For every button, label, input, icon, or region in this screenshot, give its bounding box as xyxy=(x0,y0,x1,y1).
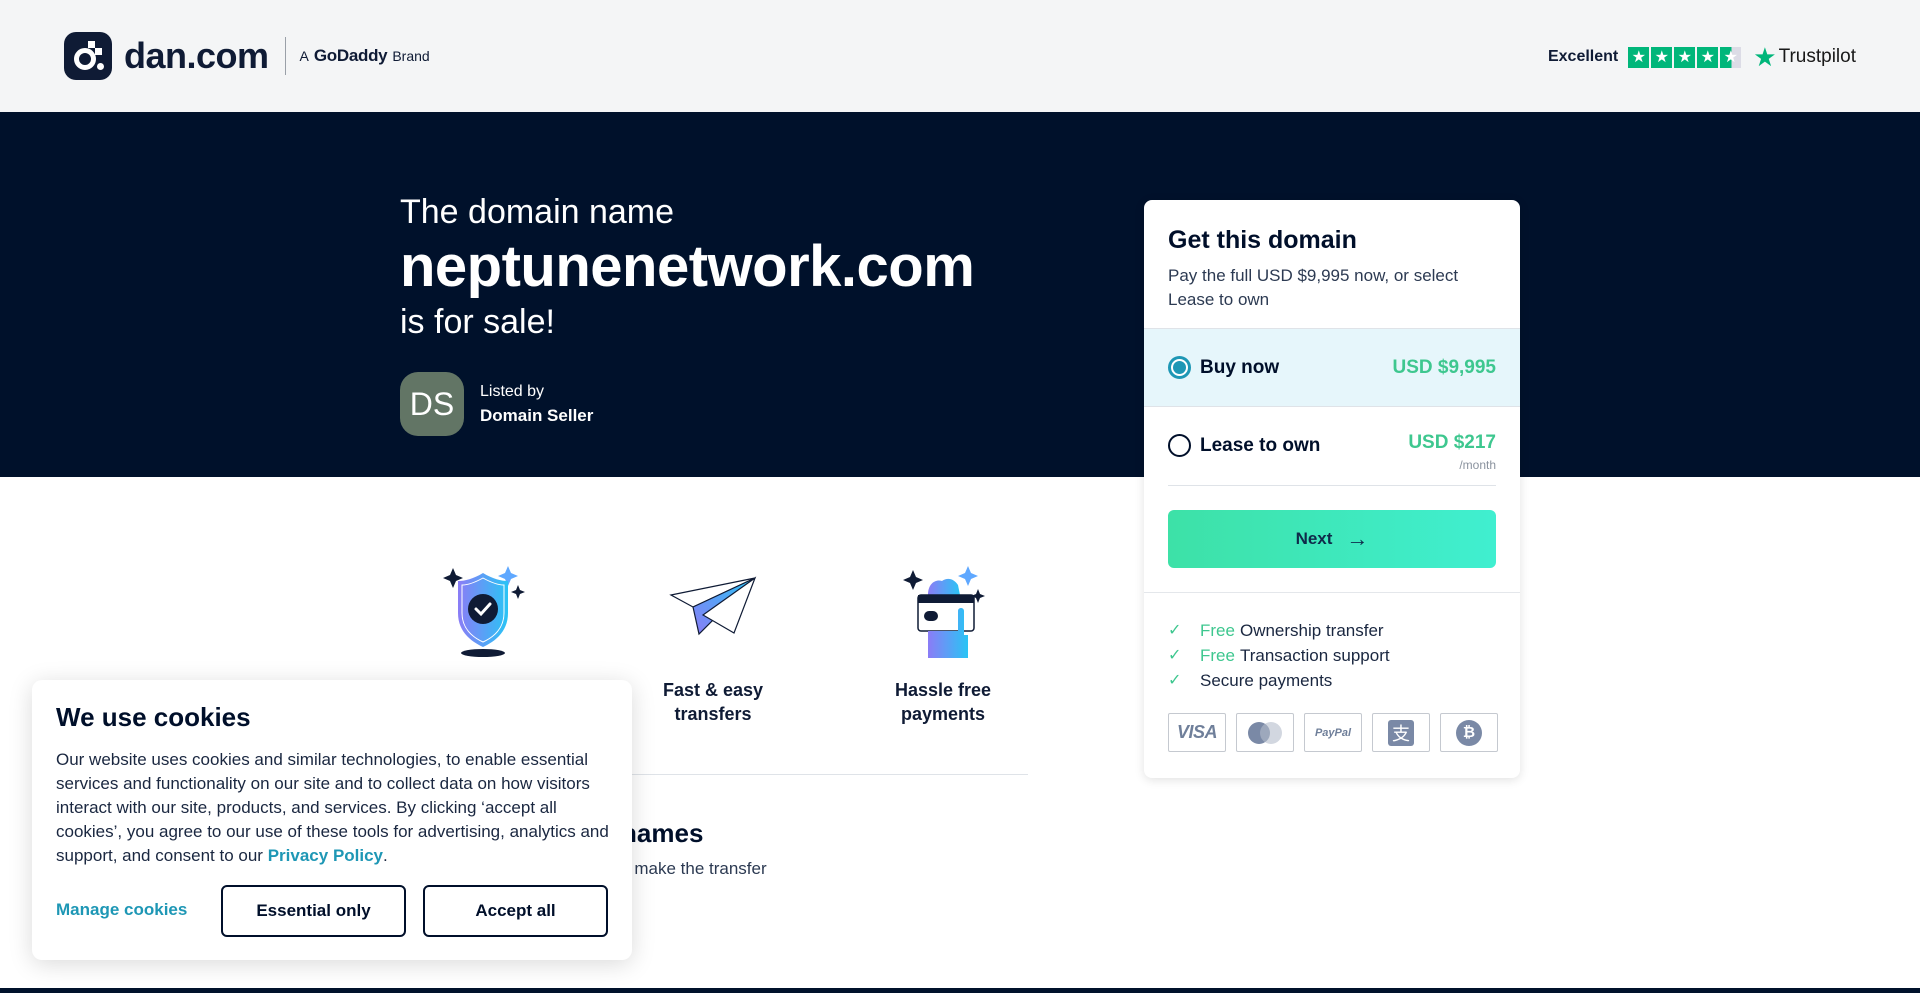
accept-all-button[interactable]: Accept all xyxy=(423,885,608,937)
brand-prefix: A xyxy=(299,48,309,64)
half-star-icon: ★ xyxy=(1720,46,1742,68)
trustpilot-stars: ★ ★ ★ ★ ★ xyxy=(1628,46,1742,68)
next-label: Next xyxy=(1295,529,1333,548)
trustpilot-name: Trustpilot xyxy=(1778,46,1856,67)
brand-name: GoDaddy xyxy=(313,46,388,65)
radio-buy-now[interactable] xyxy=(1168,356,1191,379)
feature-secure xyxy=(408,560,558,678)
cookie-title: We use cookies xyxy=(56,702,251,732)
purchase-card: Get this domain Pay the full USD $9,995 … xyxy=(1144,200,1520,778)
option-lease-to-own[interactable]: Lease to own USD $217 /month xyxy=(1144,406,1520,484)
seller-name: Domain Seller xyxy=(480,406,594,425)
manage-cookies-button[interactable]: Manage cookies xyxy=(56,900,187,920)
hero-line-3: is for sale! xyxy=(400,303,555,341)
card-description: Pay the full USD $9,995 now, or select L… xyxy=(1168,266,1459,309)
star-icon: ★ xyxy=(1628,46,1650,68)
price-period: /month xyxy=(1459,457,1496,472)
option-price: USD $217 /month xyxy=(1408,432,1496,472)
site-header: dan.com A GoDaddy Brand Excellent ★ ★ ★ … xyxy=(0,0,1920,112)
visa-icon: VISA xyxy=(1168,713,1226,752)
check-icon: ✓ xyxy=(1168,647,1182,664)
card-title: Get this domain xyxy=(1168,226,1357,254)
benefits-list: ✓ Free Ownership transfer ✓ Free Transac… xyxy=(1168,618,1390,693)
divider xyxy=(1144,592,1520,593)
alipay-icon: 支 xyxy=(1372,713,1430,752)
cookie-text: Our website uses cookies and similar tec… xyxy=(56,750,609,865)
benefit-item: ✓ Secure payments xyxy=(1168,668,1390,693)
hero-heading: The domain name neptunenetwork.com is fo… xyxy=(400,192,975,344)
option-label: Lease to own xyxy=(1200,434,1321,456)
benefit-text: Secure payments xyxy=(1200,671,1333,690)
payment-methods: VISA PayPal 支 ₿ xyxy=(1168,713,1498,752)
check-icon: ✓ xyxy=(1168,622,1182,639)
footer-bar xyxy=(0,988,1920,993)
benefit-item: ✓ Free Ownership transfer xyxy=(1168,618,1390,643)
hero-line-1: The domain name xyxy=(400,193,675,231)
paper-plane-icon xyxy=(638,560,788,660)
radio-lease-to-own[interactable] xyxy=(1168,434,1191,457)
feature-label: Fast & easy transfers xyxy=(662,680,764,724)
check-icon: ✓ xyxy=(1168,672,1182,689)
trustpilot-logo: ★ Trustpilot xyxy=(1753,44,1856,70)
logo-divider xyxy=(284,37,286,75)
paypal-icon: PayPal xyxy=(1304,713,1362,752)
shield-check-icon xyxy=(408,560,558,660)
benefit-text: Transaction support xyxy=(1239,646,1390,665)
privacy-policy-link[interactable]: Privacy Policy xyxy=(268,846,383,865)
feature-transfers: Fast & easy transfers xyxy=(638,560,788,726)
trustpilot-label: Excellent xyxy=(1547,48,1619,65)
logo-text: dan.com xyxy=(124,35,269,76)
domain-name: neptunenetwork.com xyxy=(400,234,975,299)
price-amount: USD $9,995 xyxy=(1392,356,1496,378)
mastercard-icon xyxy=(1236,713,1294,752)
listed-by-label: Listed by xyxy=(480,383,545,400)
option-buy-now[interactable]: Buy now USD $9,995 xyxy=(1144,328,1520,406)
star-icon: ★ xyxy=(1651,46,1673,68)
price-amount: USD $217 xyxy=(1408,431,1496,453)
brand-suffix: Brand xyxy=(392,48,430,64)
option-price: USD $9,995 xyxy=(1392,357,1496,379)
next-button[interactable]: Next → xyxy=(1168,510,1496,568)
option-label: Buy now xyxy=(1200,356,1280,378)
feature-label: Hassle free payments xyxy=(894,680,992,724)
star-icon: ★ xyxy=(1674,46,1696,68)
divider xyxy=(1168,485,1496,486)
trustpilot-star-icon: ★ xyxy=(1753,42,1777,72)
seller-info: DS Listed by Domain Seller xyxy=(400,372,593,436)
feature-payments: Hassle free payments xyxy=(868,560,1018,726)
dan-logo[interactable]: dan.com A GoDaddy Brand xyxy=(64,32,430,80)
trustpilot-rating[interactable]: Excellent ★ ★ ★ ★ ★ ★ Trustpilot xyxy=(1548,44,1856,70)
benefit-item: ✓ Free Transaction support xyxy=(1168,643,1390,668)
hero-section: The domain name neptunenetwork.com is fo… xyxy=(0,112,1920,477)
essential-only-button[interactable]: Essential only xyxy=(221,885,406,937)
arrow-right-icon: → xyxy=(1346,526,1369,551)
benefit-highlight: Free xyxy=(1200,621,1235,640)
star-icon: ★ xyxy=(1697,46,1719,68)
bitcoin-icon: ₿ xyxy=(1440,713,1498,752)
benefit-text: Ownership transfer xyxy=(1239,621,1384,640)
benefit-highlight: Free xyxy=(1200,646,1235,665)
godaddy-brand: A GoDaddy Brand xyxy=(300,46,430,66)
dan-logo-icon xyxy=(64,32,112,80)
hand-card-icon xyxy=(868,560,1018,660)
seller-avatar: DS xyxy=(400,372,464,436)
cookie-banner: We use cookies Our website uses cookies … xyxy=(32,680,632,960)
